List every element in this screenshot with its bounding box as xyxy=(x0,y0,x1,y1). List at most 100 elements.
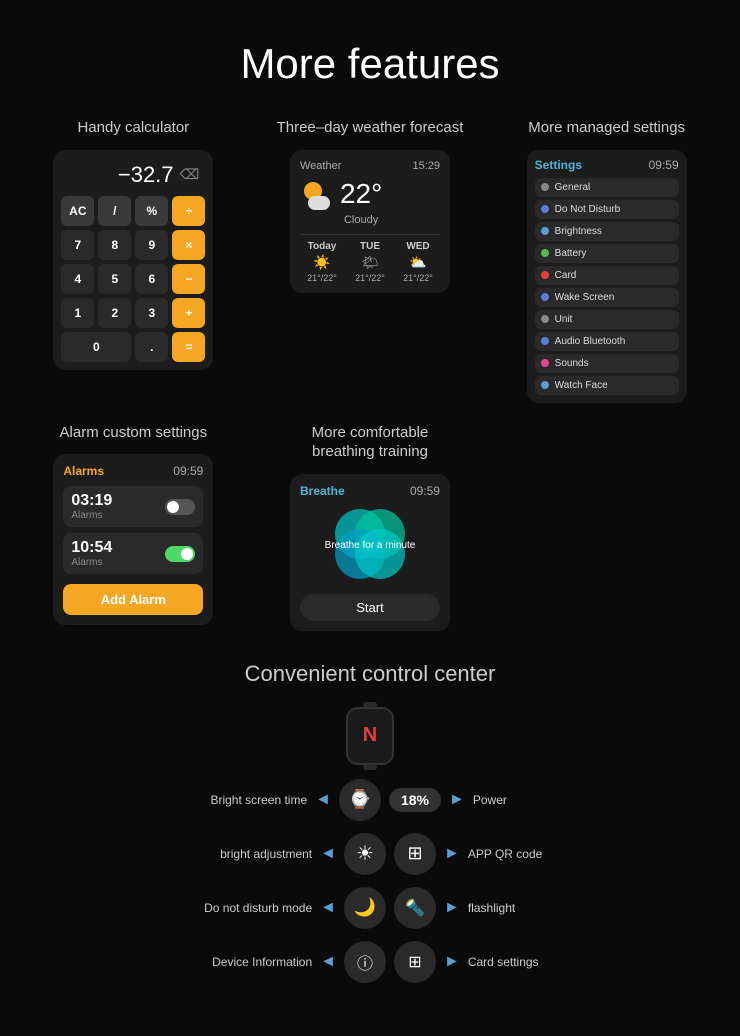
settings-widget: Settings 09:59 General Do Not Disturb Br… xyxy=(527,150,687,403)
control-label-dnd: Do not disturb mode xyxy=(192,901,312,915)
settings-label: Settings xyxy=(535,158,582,172)
breathing-widget: Breathe 09:59 Breathe for a minute Start xyxy=(290,474,450,631)
settings-header: Settings 09:59 xyxy=(535,158,679,172)
calc-ac[interactable]: AC xyxy=(61,196,94,226)
settings-section: More managed settings Settings 09:59 Gen… xyxy=(493,118,720,403)
calc-add[interactable]: + xyxy=(172,298,205,328)
control-label-device: Device Information xyxy=(192,955,312,969)
breathing-center-text: Breathe for a minute xyxy=(325,540,416,551)
control-label-bright-screen: Bright screen time xyxy=(187,793,307,807)
calc-slash[interactable]: / xyxy=(98,196,131,226)
control-row-bright-screen: Bright screen time ◄ ⌚ 18% ► Power xyxy=(40,779,700,821)
breathing-time: 09:59 xyxy=(410,484,440,498)
settings-dot-brightness xyxy=(541,227,549,235)
settings-item-donotdisturb[interactable]: Do Not Disturb xyxy=(535,200,679,219)
calc-divide[interactable]: ÷ xyxy=(172,196,205,226)
weather-title: Three–day weather forecast xyxy=(277,118,464,138)
calc-0[interactable]: 0 xyxy=(61,332,131,362)
settings-item-battery[interactable]: Battery xyxy=(535,244,679,263)
calc-multiply[interactable]: × xyxy=(172,230,205,260)
calc-7[interactable]: 7 xyxy=(61,230,94,260)
control-btn-sun[interactable]: ☀ xyxy=(344,833,386,875)
moon-icon: 🌙 xyxy=(354,897,376,918)
settings-item-sounds[interactable]: Sounds xyxy=(535,354,679,373)
alarm-toggle-2[interactable] xyxy=(165,546,195,562)
breathing-start-button[interactable]: Start xyxy=(300,594,440,621)
breathing-visual: Breathe for a minute xyxy=(300,506,440,586)
calc-1[interactable]: 1 xyxy=(61,298,94,328)
settings-item-general[interactable]: General xyxy=(535,178,679,197)
control-btn-watch[interactable]: ⌚ xyxy=(339,779,381,821)
calc-4[interactable]: 4 xyxy=(61,264,94,294)
calc-percent[interactable]: % xyxy=(135,196,168,226)
add-alarm-button[interactable]: Add Alarm xyxy=(63,584,203,615)
arrow-right-bright-adj: ► xyxy=(444,845,460,863)
calc-2[interactable]: 2 xyxy=(98,298,131,328)
control-row-device: Device Information ◄ ⓘ ⊞ ► Card settings xyxy=(40,941,700,983)
alarm-toggle-1[interactable] xyxy=(165,499,195,515)
control-btn-torch[interactable]: 🔦 xyxy=(394,887,436,929)
info-icon: ⓘ xyxy=(357,950,373,974)
alarm-section: Alarm custom settings Alarms 09:59 03:19… xyxy=(20,423,247,631)
control-label-power: Power xyxy=(473,793,553,807)
alarm-time-1: 03:19 xyxy=(71,492,112,510)
settings-item-unit[interactable]: Unit xyxy=(535,310,679,329)
settings-item-wakescreen[interactable]: Wake Screen xyxy=(535,288,679,307)
calc-3[interactable]: 3 xyxy=(135,298,168,328)
empty-section xyxy=(493,423,720,631)
settings-time: 09:59 xyxy=(649,158,679,172)
arrow-right-bright: ► xyxy=(449,791,465,809)
control-center-visual: N Bright screen time ◄ ⌚ 18% ► Power bri… xyxy=(40,707,700,989)
breathing-section-title: More comfortable breathing training xyxy=(312,423,429,462)
alarm-time: 09:59 xyxy=(173,464,203,478)
calc-6[interactable]: 6 xyxy=(135,264,168,294)
settings-dot-watchface xyxy=(541,381,549,389)
calc-8[interactable]: 8 xyxy=(98,230,131,260)
calc-equals[interactable]: = xyxy=(172,332,205,362)
calc-subtract[interactable]: − xyxy=(172,264,205,294)
alarm-header: Alarms 09:59 xyxy=(63,464,203,478)
calc-dot[interactable]: . xyxy=(135,332,168,362)
settings-dot-dnd xyxy=(541,205,549,213)
calc-9[interactable]: 9 xyxy=(135,230,168,260)
arrow-left-device: ◄ xyxy=(320,953,336,971)
settings-dot-sounds xyxy=(541,359,549,367)
sun-icon: ☀ xyxy=(356,841,374,866)
watch-band-bottom xyxy=(363,764,377,770)
settings-dot-wakescreen xyxy=(541,293,549,301)
settings-list: General Do Not Disturb Brightness Batter… xyxy=(535,178,679,395)
weather-time: 15:29 xyxy=(412,160,440,172)
control-center-section: Convenient control center N Bright scree… xyxy=(0,631,740,1019)
settings-dot-card xyxy=(541,271,549,279)
calc-5[interactable]: 5 xyxy=(98,264,131,294)
torch-icon: 🔦 xyxy=(405,898,425,918)
control-btn-info[interactable]: ⓘ xyxy=(344,941,386,983)
settings-dot-general xyxy=(541,183,549,191)
control-btn-moon[interactable]: 🌙 xyxy=(344,887,386,929)
arrow-left-bright: ◄ xyxy=(315,791,331,809)
weather-section: Three–day weather forecast Weather 15:29… xyxy=(257,118,484,403)
settings-item-watchface[interactable]: Watch Face xyxy=(535,376,679,395)
control-label-bright-adj: bright adjustment xyxy=(192,847,312,861)
arrow-right-dnd: ► xyxy=(444,899,460,917)
alarm-time-2: 10:54 xyxy=(71,539,112,557)
calculator-title: Handy calculator xyxy=(77,118,189,138)
control-btn-qr[interactable]: ⊞ xyxy=(394,833,436,875)
alarm-section-title: Alarm custom settings xyxy=(60,423,208,443)
settings-item-brightness[interactable]: Brightness xyxy=(535,222,679,241)
weather-sun-icon xyxy=(300,178,332,210)
control-label-card-settings: Card settings xyxy=(468,955,548,969)
calc-delete-icon[interactable]: ⌫ xyxy=(180,166,200,183)
control-btn-grid[interactable]: ⊞ xyxy=(394,941,436,983)
weather-header: Weather 15:29 xyxy=(300,160,440,172)
weather-widget: Weather 15:29 22° Cloudy Today ☀️ 21°/22… xyxy=(290,150,450,293)
settings-item-audiobluetooth[interactable]: Audio Bluetooth xyxy=(535,332,679,351)
weather-main: 22° xyxy=(300,178,440,210)
alarm-label-2: Alarms xyxy=(71,557,112,568)
settings-item-card[interactable]: Card xyxy=(535,266,679,285)
weather-label: Weather xyxy=(300,160,341,172)
calculator-section: Handy calculator −32.7 ⌫ AC / % ÷ 7 8 9 … xyxy=(20,118,247,403)
settings-dot-battery xyxy=(541,249,549,257)
forecast-tue: TUE 🌤 21°/22° xyxy=(348,241,392,283)
watch-face-icon: ⌚ xyxy=(349,789,371,810)
